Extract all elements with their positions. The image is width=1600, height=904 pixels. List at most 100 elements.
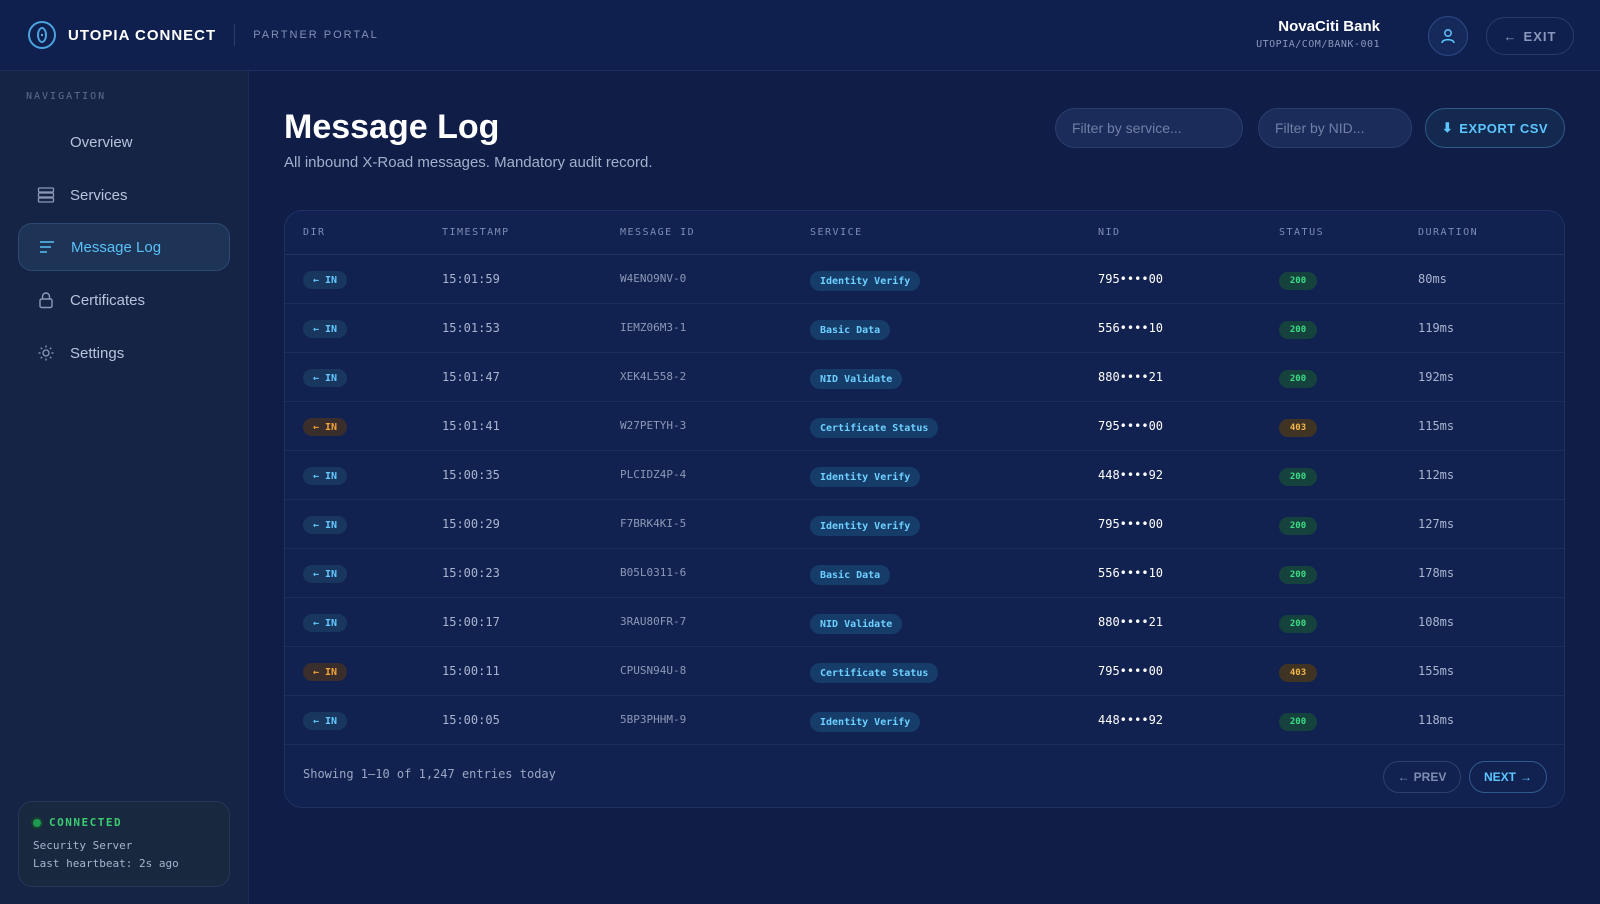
sidebar: NAVIGATION Overview Services Message Log	[0, 71, 249, 904]
duration-cell: 155ms	[1418, 664, 1455, 678]
service-badge: NID Validate	[810, 614, 903, 634]
direction-badge: ← IN	[303, 614, 347, 632]
status-server: Security Server	[33, 839, 133, 852]
duration-cell: 118ms	[1418, 713, 1455, 727]
timestamp-cell: 15:00:17	[442, 615, 500, 629]
column-header-service[interactable]: SERVICE	[810, 227, 863, 238]
service-badge: Identity Verify	[810, 467, 921, 487]
nid-cell: 556••••10	[1098, 566, 1164, 580]
nid-cell: 795••••00	[1098, 517, 1164, 531]
service-badge: Basic Data	[810, 565, 891, 585]
column-header-dir[interactable]: DIR	[303, 227, 326, 238]
table-row[interactable]: ← IN 15:00:35 PLCIDZ4P-4 Identity Verify 448…	[285, 451, 1564, 500]
column-header-message-id[interactable]: MESSAGE ID	[620, 227, 695, 238]
status-badge: 200	[1279, 713, 1317, 731]
status-badge: 200	[1279, 272, 1317, 290]
timestamp-cell: 15:00:05	[442, 713, 500, 727]
export-label: EXPORT CSV	[1459, 120, 1549, 136]
table-row[interactable]: ← IN 15:00:05 5BP3PHHM-9 Identity Verify 448…	[285, 696, 1564, 745]
user-icon	[1441, 29, 1455, 44]
message-id-cell: B05L0311-6	[620, 566, 687, 579]
sidebar-item-services[interactable]: Services	[18, 171, 230, 219]
column-header-nid[interactable]: NID	[1098, 227, 1121, 238]
service-badge: Certificate Status	[810, 663, 939, 683]
brand[interactable]: UTOPIA CONNECT PARTNER PORTAL	[28, 21, 379, 49]
status-badge: 200	[1279, 370, 1317, 388]
table-row[interactable]: ← IN 15:01:47 XEK4L558-2 NID Validate 880•••…	[285, 353, 1564, 402]
direction-badge: ← IN	[303, 418, 347, 436]
gear-icon	[36, 343, 56, 363]
filter-service-input[interactable]	[1055, 108, 1243, 148]
service-badge: Identity Verify	[810, 712, 921, 732]
service-badge: Identity Verify	[810, 516, 921, 536]
timestamp-cell: 15:00:29	[442, 517, 500, 531]
prev-page-button[interactable]: ← PREV	[1383, 761, 1461, 793]
direction-badge: ← IN	[303, 467, 347, 485]
column-header-status[interactable]: STATUS	[1279, 227, 1324, 238]
filter-nid-input[interactable]	[1258, 108, 1412, 148]
table-row[interactable]: ← IN 15:01:53 IEMZ06M3-1 Basic Data 556••••1…	[285, 304, 1564, 353]
message-id-cell: IEMZ06M3-1	[620, 321, 687, 334]
pagination-summary: Showing 1–10 of 1,247 entries today	[303, 767, 556, 781]
table-row[interactable]: ← IN 15:00:23 B05L0311-6 Basic Data 556••••1…	[285, 549, 1564, 598]
table-row[interactable]: ← IN 15:00:29 F7BRK4KI-5 Identity Verify 795…	[285, 500, 1564, 549]
grid-icon	[36, 132, 56, 152]
sidebar-item-certificates[interactable]: Certificates	[18, 276, 230, 324]
exit-label: EXIT	[1523, 28, 1557, 44]
download-icon: ⬇	[1441, 120, 1454, 135]
arrow-left-icon: ←	[1397, 770, 1410, 784]
service-badge: Basic Data	[810, 320, 891, 340]
timestamp-cell: 15:01:59	[442, 272, 500, 286]
lines-icon	[37, 237, 57, 257]
status-badge: 200	[1279, 615, 1317, 633]
duration-cell: 108ms	[1418, 615, 1455, 629]
duration-cell: 192ms	[1418, 370, 1455, 384]
nid-cell: 556••••10	[1098, 321, 1164, 335]
account-name: NovaCiti Bank	[1278, 18, 1380, 35]
direction-badge: ← IN	[303, 516, 347, 534]
next-page-button[interactable]: NEXT →	[1469, 761, 1547, 793]
sidebar-item-overview[interactable]: Overview	[18, 118, 230, 166]
duration-cell: 80ms	[1418, 272, 1447, 286]
message-id-cell: F7BRK4KI-5	[620, 517, 687, 530]
duration-cell: 115ms	[1418, 419, 1455, 433]
status-dot-icon	[33, 818, 41, 827]
direction-badge: ← IN	[303, 663, 347, 681]
sidebar-item-label: Message Log	[71, 238, 162, 256]
table-row[interactable]: ← IN 15:00:17 3RAU80FR-7 NID Validate 880•••…	[285, 598, 1564, 647]
account-id: UTOPIA/COM/BANK-001	[1256, 39, 1380, 50]
arrow-right-icon: →	[1520, 770, 1532, 784]
nid-cell: 880••••21	[1098, 615, 1164, 629]
export-csv-button[interactable]: ⬇ EXPORT CSV	[1425, 108, 1565, 148]
status-badge: 200	[1279, 468, 1317, 486]
table-header: DIR TIMESTAMP MESSAGE ID SERVICE NID STA…	[285, 211, 1564, 255]
page-subtitle: All inbound X-Road messages. Mandatory a…	[284, 154, 653, 171]
table-row[interactable]: ← IN 15:01:59 W4ENO9NV-0 Identity Verify 795…	[285, 255, 1564, 304]
duration-cell: 127ms	[1418, 517, 1455, 531]
exit-button[interactable]: ← EXIT	[1486, 17, 1574, 55]
account-info: NovaCiti Bank UTOPIA/COM/BANK-001	[1256, 18, 1380, 50]
status-badge: 200	[1279, 517, 1317, 535]
page-title: Message Log	[284, 108, 500, 146]
timestamp-cell: 15:00:23	[442, 566, 500, 580]
prev-label: PREV	[1413, 770, 1447, 784]
table-row[interactable]: ← IN 15:01:41 W27PETYH-3 Certificate Status…	[285, 402, 1564, 451]
table-row[interactable]: ← IN 15:00:11 CPUSN94U-8 Certificate Status…	[285, 647, 1564, 696]
timestamp-cell: 15:01:53	[442, 321, 500, 335]
next-label: NEXT	[1483, 770, 1516, 784]
avatar[interactable]	[1428, 16, 1468, 56]
status-badge: 403	[1279, 419, 1317, 437]
sidebar-item-settings[interactable]: Settings	[18, 329, 230, 377]
column-header-duration[interactable]: DURATION	[1418, 227, 1478, 238]
sidebar-item-message-log[interactable]: Message Log	[18, 223, 230, 271]
column-header-timestamp[interactable]: TIMESTAMP	[442, 227, 510, 238]
duration-cell: 178ms	[1418, 566, 1455, 580]
nid-cell: 795••••00	[1098, 664, 1164, 678]
duration-cell: 119ms	[1418, 321, 1455, 335]
nid-cell: 880••••21	[1098, 370, 1164, 384]
direction-badge: ← IN	[303, 369, 347, 387]
nav-title: NAVIGATION	[26, 91, 107, 102]
service-badge: Identity Verify	[810, 271, 921, 291]
service-badge: NID Validate	[810, 369, 903, 389]
status-heartbeat: Last heartbeat: 2s ago	[33, 857, 179, 870]
